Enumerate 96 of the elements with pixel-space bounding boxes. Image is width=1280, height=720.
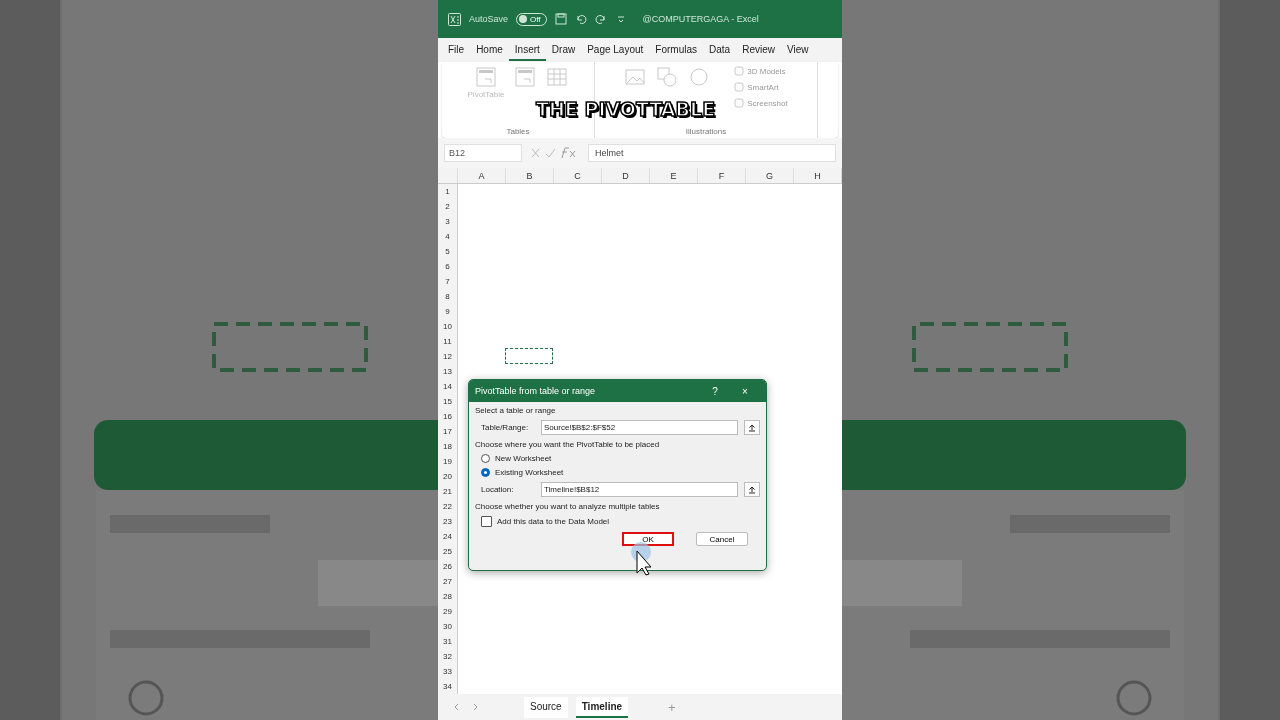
upload-arrow-icon xyxy=(748,485,756,494)
excel-logo-icon xyxy=(448,12,461,26)
shapes-icon xyxy=(656,66,679,88)
row-header[interactable]: 25 xyxy=(438,544,458,559)
radio-label[interactable]: Existing Worksheet xyxy=(495,468,564,477)
row-header[interactable]: 10 xyxy=(438,319,458,334)
field-label: Table/Range: xyxy=(481,423,530,432)
row-header[interactable]: 22 xyxy=(438,499,458,514)
row-header[interactable]: 23 xyxy=(438,514,458,529)
ribbon-tab[interactable]: Draw xyxy=(545,39,582,61)
row-header[interactable]: 19 xyxy=(438,454,458,469)
row-header[interactable]: 29 xyxy=(438,604,458,619)
dialog-button[interactable]: Cancel xyxy=(696,532,748,546)
ribbon-item-icon xyxy=(734,66,745,76)
field-label: Location: xyxy=(481,485,515,494)
row-header[interactable]: 33 xyxy=(438,664,458,679)
row-header[interactable]: 32 xyxy=(438,649,458,664)
picture-icon xyxy=(624,66,647,88)
row-header[interactable]: 24 xyxy=(438,529,458,544)
checkbox[interactable] xyxy=(481,516,492,527)
upload-arrow-icon xyxy=(748,423,756,432)
row-header[interactable]: 7 xyxy=(438,274,458,289)
table-icon xyxy=(546,66,569,88)
group-label: Tables xyxy=(506,127,530,136)
row-header[interactable]: 14 xyxy=(438,379,458,394)
section-heading: Choose whether you want to analyze multiple tables xyxy=(475,502,661,511)
row-header[interactable]: 8 xyxy=(438,289,458,304)
row-header[interactable]: 16 xyxy=(438,409,458,424)
row-header[interactable]: 28 xyxy=(438,589,458,604)
row-header[interactable]: 31 xyxy=(438,634,458,649)
selection-marquee xyxy=(505,348,553,364)
help-button[interactable]: ? xyxy=(700,384,730,398)
column-header[interactable]: E xyxy=(650,168,698,183)
autosave-toggle[interactable]: Off xyxy=(516,12,547,26)
row-header[interactable]: 6 xyxy=(438,259,458,274)
column-header[interactable]: B xyxy=(506,168,554,183)
sheet-tab[interactable]: Source xyxy=(524,696,568,718)
ribbon-tab[interactable]: Page Layout xyxy=(581,39,650,61)
ribbon-item-icon xyxy=(734,82,745,92)
sheet-tab[interactable]: Timeline xyxy=(575,696,629,718)
circle-icon xyxy=(688,66,711,88)
row-header[interactable]: 4 xyxy=(438,229,458,244)
collapse-dialog-button[interactable] xyxy=(744,420,760,435)
row-header[interactable]: 2 xyxy=(438,199,458,214)
window-title: @COMPUTERGAGA - Excel xyxy=(642,14,759,24)
row-header[interactable]: 3 xyxy=(438,214,458,229)
section-heading: Select a table or range xyxy=(475,406,557,415)
close-button[interactable]: × xyxy=(730,384,760,398)
radio-label[interactable]: New Worksheet xyxy=(495,454,552,463)
column-header[interactable]: F xyxy=(698,168,746,183)
row-header[interactable]: 34 xyxy=(438,679,458,694)
redo-icon[interactable] xyxy=(594,13,607,25)
ribbon-tab[interactable]: Review xyxy=(736,39,781,61)
video-caption: THE PIVOTTABLE xyxy=(536,98,716,120)
ribbon-tab[interactable]: File xyxy=(442,39,471,61)
row-header[interactable]: 1 xyxy=(438,184,458,199)
column-header[interactable]: G xyxy=(746,168,794,183)
save-icon[interactable] xyxy=(554,13,567,25)
cursor-drawing xyxy=(630,541,652,576)
checkbox-label[interactable]: Add this data to the Data Model xyxy=(497,517,610,526)
ribbon-tab[interactable]: Formulas xyxy=(649,39,704,61)
range-field[interactable]: Source!$B$2:$F$52 xyxy=(541,420,738,435)
name-box[interactable]: B12 xyxy=(444,144,522,162)
group-label: Illustrations xyxy=(685,127,727,136)
collapse-dialog-button[interactable] xyxy=(744,482,760,497)
ribbon-tab[interactable]: Data xyxy=(703,39,737,61)
row-header[interactable]: 26 xyxy=(438,559,458,574)
section-heading: Choose where you want the PivotTable to be placed xyxy=(475,440,661,449)
row-header[interactable]: 15 xyxy=(438,394,458,409)
row-header[interactable]: 20 xyxy=(438,469,458,484)
location-field[interactable]: Timeline!$B$12 xyxy=(541,482,738,497)
formula-field[interactable]: Helmet xyxy=(588,144,836,162)
ribbon-tab[interactable]: Home xyxy=(470,39,509,61)
row-header[interactable]: 11 xyxy=(438,334,458,349)
row-header[interactable]: 18 xyxy=(438,439,458,454)
radio-button[interactable] xyxy=(481,454,490,463)
row-header[interactable]: 17 xyxy=(438,424,458,439)
column-header[interactable]: C xyxy=(554,168,602,183)
autosave-label: AutoSave xyxy=(469,14,509,24)
ribbon-tab[interactable]: Insert xyxy=(508,39,546,61)
row-header[interactable]: 27 xyxy=(438,574,458,589)
row-header[interactable]: 5 xyxy=(438,244,458,259)
dialog-button[interactable]: OK xyxy=(622,532,674,546)
row-header[interactable]: 12 xyxy=(438,349,458,364)
ribbon-tab[interactable]: View xyxy=(780,39,815,61)
pivot-table-icon xyxy=(475,66,497,88)
column-header[interactable]: A xyxy=(458,168,506,183)
radio-button[interactable] xyxy=(481,468,490,477)
column-header[interactable]: D xyxy=(602,168,650,183)
row-header[interactable]: 30 xyxy=(438,619,458,634)
row-header[interactable]: 21 xyxy=(438,484,458,499)
ribbon-item-icon xyxy=(734,98,745,108)
dialog-title: PivotTable from table or range xyxy=(475,386,597,396)
row-header[interactable]: 13 xyxy=(438,364,458,379)
undo-icon[interactable] xyxy=(574,13,587,25)
row-header[interactable]: 9 xyxy=(438,304,458,319)
